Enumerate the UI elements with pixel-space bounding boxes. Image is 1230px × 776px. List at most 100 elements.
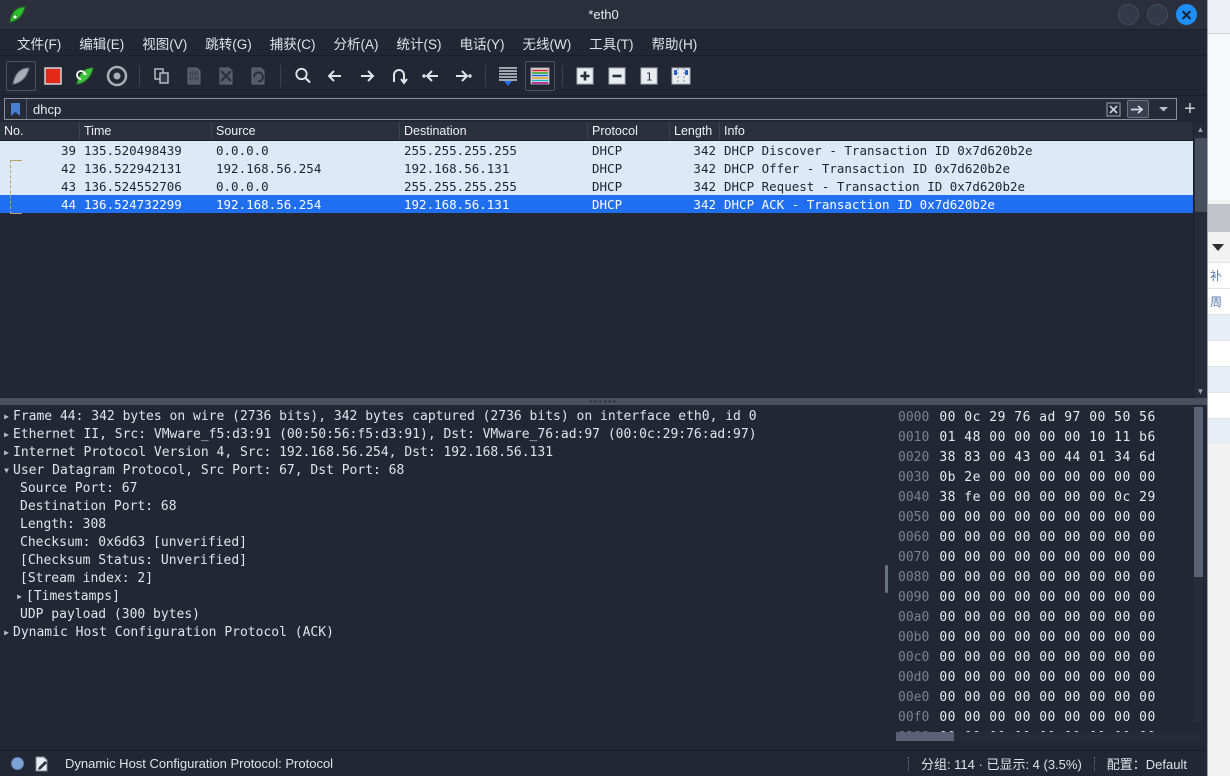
hex-row[interactable]: 00e0 00 00 00 00 00 00 00 00 00	[890, 688, 1207, 708]
menu-wireless[interactable]: 无线(W)	[514, 30, 581, 56]
menu-capture[interactable]: 捕获(C)	[261, 30, 325, 56]
zoom-out-icon[interactable]	[602, 61, 632, 91]
close-button[interactable]	[1176, 4, 1197, 25]
restart-capture-icon[interactable]	[70, 61, 100, 91]
capture-options-icon[interactable]	[102, 61, 132, 91]
detail-row-timestamps[interactable]: ▶ [Timestamps]	[0, 588, 890, 606]
column-no[interactable]: No.	[0, 122, 80, 140]
detail-row[interactable]: ▶ Ethernet II, Src: VMware_f5:d3:91 (00:…	[0, 426, 890, 444]
packet-bytes-pane[interactable]: 0000 00 0c 29 76 ad 97 00 50 56 0010 01 48…	[890, 405, 1207, 742]
table-row[interactable]: 39 135.520498439 0.0.0.0 255.255.255.255…	[0, 141, 1207, 159]
resize-columns-icon[interactable]	[666, 61, 696, 91]
background-window-scroll-thumb[interactable]	[1208, 204, 1230, 232]
hex-row[interactable]: 0010 01 48 00 00 00 00 10 11 b6	[890, 428, 1207, 448]
status-profile[interactable]: 配置：Default	[1107, 754, 1187, 773]
hex-row[interactable]: 00c0 00 00 00 00 00 00 00 00 00	[890, 648, 1207, 668]
detail-row[interactable]: Length: 308	[0, 516, 890, 534]
close-file-icon[interactable]	[211, 61, 241, 91]
hex-row[interactable]: 0070 00 00 00 00 00 00 00 00 00	[890, 548, 1207, 568]
detail-row[interactable]: Checksum: 0x6d63 [unverified]	[0, 534, 890, 552]
background-window-row[interactable]	[1208, 340, 1230, 366]
chevron-right-icon[interactable]: ▶	[0, 444, 13, 462]
menu-edit[interactable]: 编辑(E)	[70, 30, 133, 56]
display-filter-box[interactable]: dhcp	[4, 98, 1177, 120]
reload-file-icon[interactable]	[243, 61, 273, 91]
capture-comment-icon[interactable]	[34, 756, 49, 772]
hex-row[interactable]: 0040 38 fe 00 00 00 00 00 0c 29	[890, 488, 1207, 508]
hex-row[interactable]: 00b0 00 00 00 00 00 00 00 00 00	[890, 628, 1207, 648]
detail-row[interactable]: ▶ Frame 44: 342 bytes on wire (2736 bits…	[0, 408, 890, 426]
detail-row[interactable]: [Checksum Status: Unverified]	[0, 552, 890, 570]
hex-row[interactable]: 0090 00 00 00 00 00 00 00 00 00	[890, 588, 1207, 608]
packet-list-scrollbar[interactable]: ▲ ▼	[1193, 122, 1207, 398]
go-back-icon[interactable]	[320, 61, 350, 91]
colorize-packets-icon[interactable]	[525, 60, 555, 91]
column-time[interactable]: Time	[80, 122, 212, 140]
bytes-horizontal-scrollbar[interactable]	[896, 732, 1204, 741]
go-last-packet-icon[interactable]	[448, 61, 478, 91]
auto-scroll-icon[interactable]	[493, 61, 523, 91]
hex-row[interactable]: 00d0 00 00 00 00 00 00 00 00 00	[890, 668, 1207, 688]
bytes-vertical-scroll-thumb[interactable]	[1194, 407, 1203, 577]
stop-capture-icon[interactable]	[38, 61, 68, 91]
zoom-in-icon[interactable]	[570, 61, 600, 91]
save-file-icon[interactable]: 0101 0110	[179, 61, 209, 91]
expert-info-dot-icon[interactable]	[11, 757, 24, 770]
background-window-row[interactable]	[1208, 314, 1230, 340]
bytes-horizontal-scroll-thumb[interactable]	[896, 732, 954, 741]
menu-file[interactable]: 文件(F)	[8, 30, 70, 56]
hex-row[interactable]: 0050 00 00 00 00 00 00 00 00 00	[890, 508, 1207, 528]
detail-row[interactable]: Source Port: 67	[0, 480, 890, 498]
menu-tools[interactable]: 工具(T)	[580, 30, 642, 56]
chevron-right-icon[interactable]: ▶	[0, 624, 13, 642]
detail-row-dhcp[interactable]: ▶ Dynamic Host Configuration Protocol (A…	[0, 624, 890, 642]
packet-list-scroll-thumb[interactable]	[1195, 138, 1207, 212]
hex-row[interactable]: 0080 00 00 00 00 00 00 00 00 00	[890, 568, 1207, 588]
menu-analyze[interactable]: 分析(A)	[325, 30, 388, 56]
detail-row[interactable]: Destination Port: 68	[0, 498, 890, 516]
chevron-right-icon[interactable]: ▶	[13, 588, 26, 606]
column-destination[interactable]: Destination	[400, 122, 588, 140]
apply-filter-icon[interactable]	[1127, 100, 1149, 118]
open-file-icon[interactable]	[147, 61, 177, 91]
go-first-packet-icon[interactable]	[416, 61, 446, 91]
pane-splitter[interactable]: ••••••	[0, 398, 1207, 406]
packet-list[interactable]: No. Time Source Destination Protocol Len…	[0, 122, 1207, 398]
detail-row[interactable]: ▶ Internet Protocol Version 4, Src: 192.…	[0, 444, 890, 462]
detail-row[interactable]: UDP payload (300 bytes)	[0, 606, 890, 624]
background-window-row[interactable]	[1208, 418, 1230, 444]
table-row[interactable]: 43 136.524552706 0.0.0.0 255.255.255.255…	[0, 177, 1207, 195]
add-filter-button-button[interactable]: +	[1177, 98, 1203, 120]
chevron-right-icon[interactable]: ▶	[0, 426, 13, 444]
minimize-button[interactable]	[1118, 4, 1139, 25]
background-window-sliver[interactable]: 补 周	[1207, 0, 1230, 776]
hex-row[interactable]: 00f0 00 00 00 00 00 00 00 00 00	[890, 708, 1207, 728]
hex-row[interactable]: 00a0 00 00 00 00 00 00 00 00 00	[890, 608, 1207, 628]
menu-statistics[interactable]: 统计(S)	[388, 30, 451, 56]
column-length[interactable]: Length	[670, 122, 720, 140]
menu-go[interactable]: 跳转(G)	[196, 30, 261, 56]
background-window-row[interactable]: 周	[1208, 288, 1230, 314]
zoom-reset-icon[interactable]: 1	[634, 61, 664, 91]
maximize-button[interactable]	[1147, 4, 1168, 25]
background-window-row[interactable]: 补	[1208, 262, 1230, 288]
column-info[interactable]: Info	[720, 122, 1207, 140]
hex-row[interactable]: 0030 0b 2e 00 00 00 00 00 00 00	[890, 468, 1207, 488]
column-protocol[interactable]: Protocol	[588, 122, 670, 140]
hex-row[interactable]: 0000 00 0c 29 76 ad 97 00 50 56	[890, 408, 1207, 428]
table-row[interactable]: 42 136.522942131 192.168.56.254 192.168.…	[0, 159, 1207, 177]
chevron-right-icon[interactable]: ▶	[0, 408, 13, 426]
menu-telephony[interactable]: 电话(Y)	[451, 30, 514, 56]
detail-row-udp[interactable]: ▼ User Datagram Protocol, Src Port: 67, …	[0, 462, 890, 480]
chevron-down-icon[interactable]: ▼	[0, 462, 13, 480]
find-packet-icon[interactable]	[288, 61, 318, 91]
go-to-packet-icon[interactable]	[384, 61, 414, 91]
detail-row[interactable]: [Stream index: 2]	[0, 570, 890, 588]
display-filter-input[interactable]: dhcp	[27, 102, 1102, 117]
background-window-row[interactable]	[1208, 366, 1230, 392]
packet-details-pane[interactable]: ▶ Frame 44: 342 bytes on wire (2736 bits…	[0, 405, 890, 742]
table-row-selected[interactable]: 44 136.524732299 192.168.56.254 192.168.…	[0, 195, 1207, 213]
start-capture-icon[interactable]	[6, 60, 36, 91]
scroll-down-icon[interactable]: ▼	[1194, 384, 1207, 398]
chevron-down-icon[interactable]	[1152, 100, 1174, 118]
